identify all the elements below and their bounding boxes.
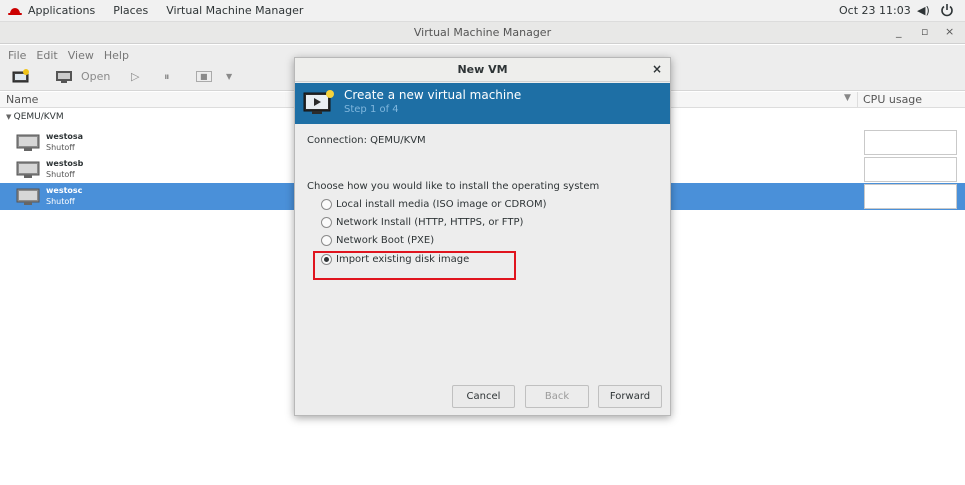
open-button[interactable]: Open — [81, 70, 110, 83]
close-window-button[interactable]: × — [945, 25, 954, 38]
vm-state: Shutoff — [46, 197, 75, 206]
radio-button[interactable] — [321, 217, 332, 228]
maximize-button[interactable]: ▫ — [921, 25, 928, 38]
column-name[interactable]: Name — [6, 93, 38, 106]
new-vm-icon — [303, 90, 334, 114]
speaker-icon[interactable]: ◀) — [917, 4, 930, 17]
vm-name: westosa — [46, 132, 84, 141]
vm-name: westosc — [46, 186, 83, 195]
connection-label: Connection: QEMU/KVM — [307, 135, 426, 146]
pause-icon[interactable]: ⏸ — [164, 70, 170, 84]
dropdown-icon[interactable]: ▼ — [226, 72, 232, 81]
applications-menu[interactable]: Applications — [28, 4, 95, 17]
vm-monitor-icon — [16, 134, 40, 151]
system-top-bar: Applications Places Virtual Machine Mana… — [0, 0, 965, 22]
option-network-boot[interactable]: Network Boot (PXE) — [321, 235, 434, 246]
active-app-menu[interactable]: Virtual Machine Manager — [166, 4, 303, 17]
connection-group-label: QEMU/KVM — [13, 112, 64, 122]
power-icon[interactable] — [940, 3, 954, 17]
cpu-usage-graph — [864, 157, 957, 182]
connection-group[interactable]: ▼ QEMU/KVM — [6, 112, 64, 122]
dialog-banner: Create a new virtual machine Step 1 of 4 — [295, 83, 670, 124]
minimize-button[interactable]: _ — [896, 25, 902, 38]
vm-state: Shutoff — [46, 170, 75, 179]
vm-monitor-icon — [16, 161, 40, 178]
dialog-step: Step 1 of 4 — [344, 104, 399, 115]
option-network-install[interactable]: Network Install (HTTP, HTTPS, or FTP) — [321, 217, 523, 228]
install-method-prompt: Choose how you would like to install the… — [307, 181, 600, 192]
menu-edit[interactable]: Edit — [36, 49, 57, 62]
expander-icon[interactable]: ▼ — [6, 113, 14, 121]
forward-button[interactable]: Forward — [598, 385, 662, 408]
column-separator — [857, 92, 858, 108]
cpu-usage-graph — [864, 130, 957, 155]
clock[interactable]: Oct 23 11:03 — [839, 4, 911, 17]
cancel-button[interactable]: Cancel — [452, 385, 515, 408]
dialog-close-button[interactable]: × — [652, 62, 662, 76]
window-title: Virtual Machine Manager — [413, 26, 552, 39]
dialog-header: Create a new virtual machine — [344, 88, 522, 102]
dialog-titlebar: New VM × — [295, 58, 670, 82]
vm-monitor-icon — [16, 188, 40, 205]
option-label: Network Boot (PXE) — [336, 235, 435, 246]
menu-file[interactable]: File — [8, 49, 26, 62]
play-icon[interactable]: ▷ — [131, 70, 139, 83]
stop-icon[interactable]: ■ — [196, 71, 212, 82]
back-button[interactable]: Back — [525, 385, 589, 408]
cpu-usage-graph — [864, 184, 957, 209]
new-vm-dialog: New VM × Create a new virtual machine St… — [294, 57, 671, 416]
menu-help[interactable]: Help — [104, 49, 129, 62]
new-vm-icon[interactable] — [12, 69, 30, 85]
vm-name: westosb — [46, 159, 84, 168]
option-label: Local install media (ISO image or CDROM) — [336, 199, 547, 210]
window-titlebar: Virtual Machine Manager _ ▫ × — [0, 22, 965, 44]
option-local-install-media[interactable]: Local install media (ISO image or CDROM) — [321, 199, 547, 210]
annotation-highlight-box — [313, 251, 516, 280]
option-label: Network Install (HTTP, HTTPS, or FTP) — [336, 217, 524, 228]
monitor-icon[interactable] — [55, 70, 73, 84]
radio-button[interactable] — [321, 199, 332, 210]
menu-view[interactable]: View — [68, 49, 94, 62]
redhat-logo-icon — [8, 7, 22, 15]
places-menu[interactable]: Places — [113, 4, 148, 17]
radio-button[interactable] — [321, 235, 332, 246]
sort-chevron-icon[interactable]: ▼ — [844, 93, 851, 103]
dialog-title: New VM — [457, 63, 508, 76]
column-cpu-usage[interactable]: CPU usage — [863, 93, 922, 106]
vm-state: Shutoff — [46, 143, 75, 152]
